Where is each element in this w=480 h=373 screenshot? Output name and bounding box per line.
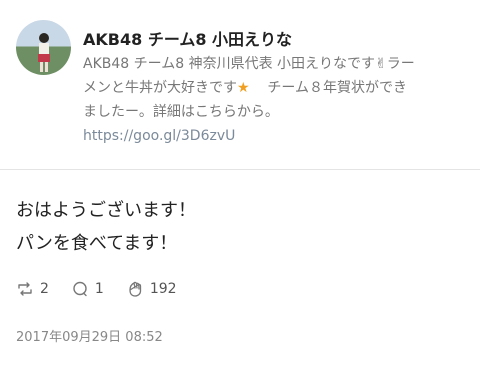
section-divider — [0, 169, 480, 170]
like-count: 192 — [149, 281, 177, 297]
post-line-2: パンを食べてます！ — [16, 233, 178, 254]
bio-line-2-text: メンと牛丼が大好きです — [83, 80, 237, 96]
post-timestamp: 2017年09月29日 08:52 — [16, 330, 163, 345]
like-button[interactable]: 192 — [126, 280, 177, 298]
post-stats: 2 1 192 — [16, 279, 199, 299]
bio-line-1: AKB48 チーム8 神奈川県代表 小田えりなです✌ラー — [83, 56, 415, 72]
repost-count: 2 — [40, 281, 49, 297]
profile-bio: AKB48 チーム8 神奈川県代表 小田えりなです✌ラー メンと牛丼が大好きです… — [83, 52, 468, 148]
post-body: おはようございます！ パンを食べてます！ — [16, 194, 196, 260]
clap-hand-icon — [129, 281, 141, 297]
post-line-1: おはようございます！ — [16, 200, 196, 221]
avatar-person-figure — [38, 33, 50, 72]
profile-card[interactable]: AKB48 チーム8 小田えりな AKB48 チーム8 神奈川県代表 小田えりな… — [0, 0, 480, 169]
bio-line-3: ましたー。詳細はこちらから。 — [83, 104, 279, 120]
comment-count: 1 — [94, 281, 104, 297]
comment-button[interactable]: 1 — [71, 280, 104, 298]
star-emoji-icon: ★ — [237, 80, 250, 96]
bio-line-2: メンと牛丼が大好きです★ チーム８年賀状ができ — [83, 76, 468, 100]
bio-link[interactable]: https://goo.gl/3D6zvU — [83, 124, 468, 148]
avatar[interactable] — [16, 20, 71, 75]
comment-icon — [73, 281, 87, 297]
profile-username[interactable]: AKB48 チーム8 小田えりな — [83, 26, 292, 50]
repost-icon — [18, 282, 32, 296]
repost-button[interactable]: 2 — [16, 280, 49, 298]
bio-line-2b-text: チーム８年賀状ができ — [267, 80, 407, 96]
